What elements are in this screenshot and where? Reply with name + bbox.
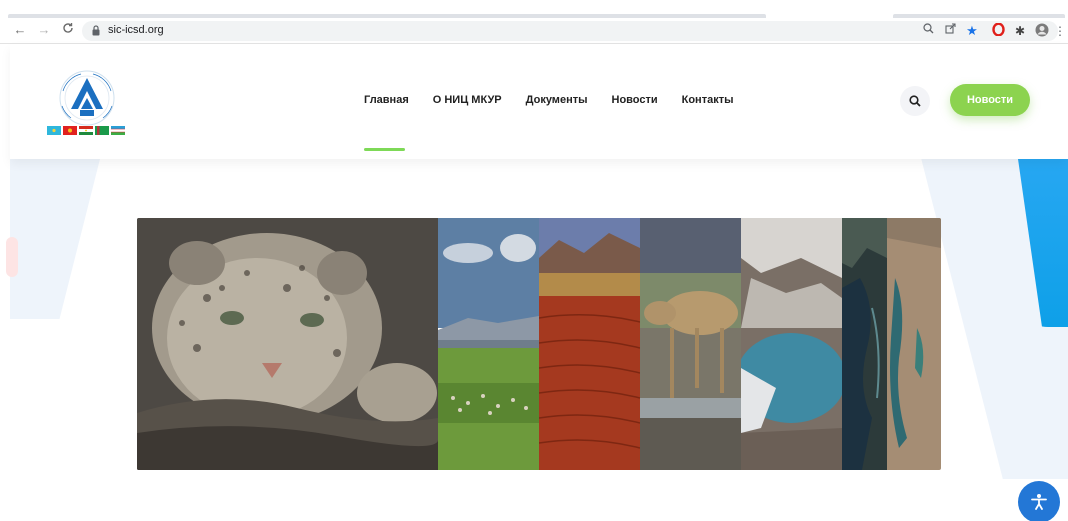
active-menu-indicator — [364, 148, 405, 151]
main-menu: Главная О НИЦ МКУР Документы Новости Кон… — [364, 94, 758, 106]
accessibility-icon — [1031, 494, 1047, 510]
lock-icon — [92, 25, 100, 36]
browser-tab-strip — [0, 0, 1068, 18]
flag-turkmenistan-icon — [95, 126, 109, 135]
banner-panel-steppe — [438, 218, 539, 470]
bookmark-star-icon[interactable]: ★ — [964, 23, 980, 39]
profile-icon[interactable] — [1034, 23, 1050, 39]
menu-item-home[interactable]: Главная — [364, 94, 409, 106]
banner-panel-saiga — [640, 218, 741, 470]
opera-icon[interactable] — [990, 22, 1006, 39]
flag-uzbekistan-icon — [111, 126, 125, 135]
menu-item-contacts[interactable]: Контакты — [682, 94, 734, 106]
forward-icon[interactable]: → — [36, 22, 52, 38]
menu-item-news[interactable]: Новости — [612, 94, 658, 106]
url-text[interactable]: sic-icsd.org — [108, 24, 164, 36]
banner-panel-mountain-lake — [741, 218, 842, 470]
extensions-icon[interactable]: ✱ — [1012, 23, 1028, 39]
menu-item-about[interactable]: О НИЦ МКУР — [433, 94, 502, 106]
share-icon[interactable] — [942, 23, 958, 39]
search-icon — [909, 95, 921, 107]
accessibility-button[interactable] — [1018, 481, 1060, 521]
banner-panel-snow-leopard — [137, 218, 438, 470]
banner-panel-desert — [539, 218, 640, 470]
back-icon[interactable]: ← — [12, 22, 28, 38]
decorative-shape — [10, 159, 100, 319]
flag-kazakhstan-icon — [47, 126, 61, 135]
menu-item-documents[interactable]: Документы — [526, 94, 588, 106]
decorative-shape — [6, 237, 18, 277]
reload-icon[interactable] — [60, 22, 76, 38]
country-flags — [47, 126, 127, 138]
search-button[interactable] — [900, 86, 930, 116]
hero-banner — [137, 218, 941, 470]
site-header: Главная О НИЦ МКУР Документы Новости Кон… — [10, 44, 1068, 159]
news-button[interactable]: Новости — [950, 84, 1030, 116]
flag-kyrgyzstan-icon — [63, 126, 77, 135]
browser-toolbar: ← → sic-icsd.org ★ ✱ ⋮ — [0, 18, 1068, 44]
kebab-menu-icon[interactable]: ⋮ — [1054, 23, 1066, 39]
zoom-icon[interactable] — [920, 23, 936, 39]
address-bar[interactable]: sic-icsd.org ★ — [82, 21, 1058, 41]
banner-panel-aral-sea — [887, 218, 941, 470]
hero-section — [0, 159, 1068, 521]
banner-panel-satellite-lake — [842, 218, 887, 470]
flag-tajikistan-icon — [79, 126, 93, 135]
